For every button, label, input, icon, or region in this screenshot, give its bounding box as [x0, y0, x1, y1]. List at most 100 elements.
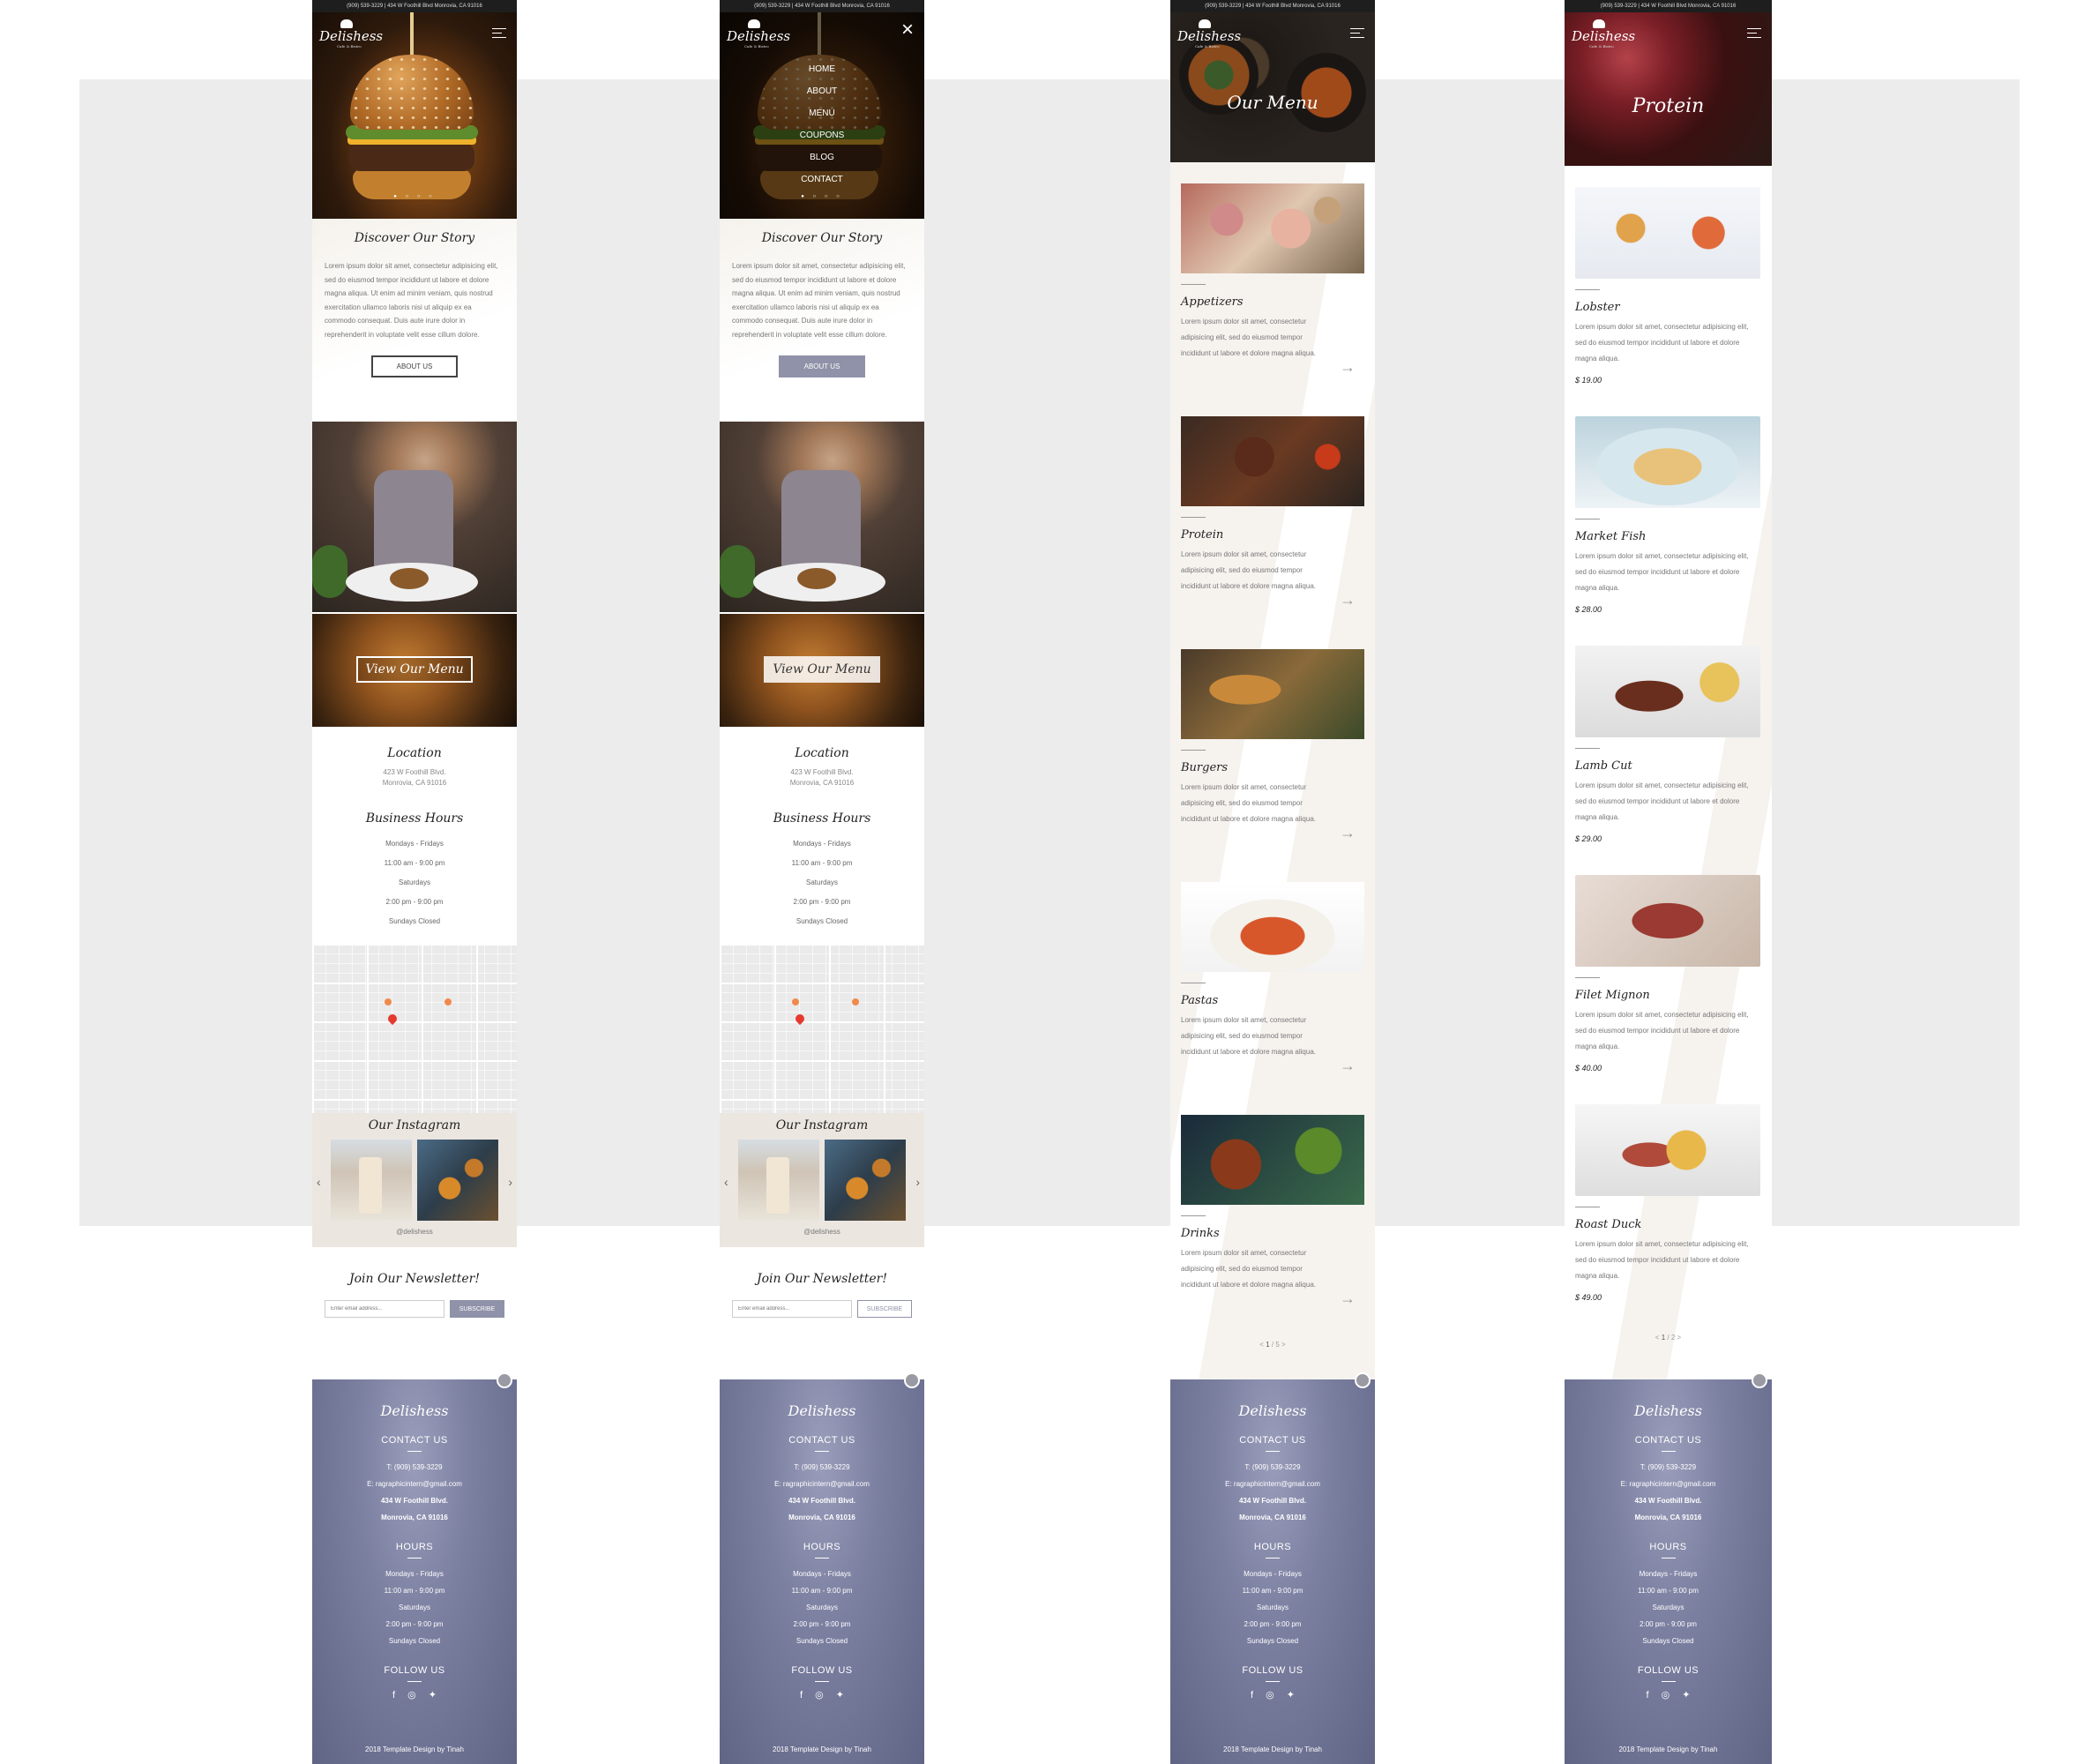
arrow-right-icon[interactable]: → — [1340, 358, 1356, 377]
dish-card[interactable]: Lobster Lorem ipsum dolor sit amet, cons… — [1575, 187, 1761, 416]
filet-mignon-photo[interactable] — [1575, 875, 1760, 967]
footer-phone[interactable]: T: (909) 539-3229 — [1170, 1459, 1375, 1476]
instagram-photo[interactable] — [738, 1140, 819, 1221]
twitter-icon[interactable]: ✦ — [429, 1690, 449, 1700]
instagram-icon[interactable]: ◎ — [407, 1690, 429, 1700]
pastas-photo[interactable] — [1181, 882, 1364, 972]
twitter-icon[interactable]: ✦ — [1682, 1690, 1702, 1700]
instagram-photo[interactable] — [331, 1140, 412, 1221]
category-name[interactable]: Protein — [1181, 528, 1364, 542]
lobster-photo[interactable] — [1575, 187, 1760, 279]
footer-phone[interactable]: T: (909) 539-3229 — [312, 1459, 517, 1476]
dish-name[interactable]: Lobster — [1575, 301, 1761, 314]
footer-phone[interactable]: T: (909) 539-3229 — [1565, 1459, 1772, 1476]
back-to-top-button[interactable] — [1355, 1372, 1371, 1388]
hamburger-menu-icon[interactable] — [1747, 28, 1761, 41]
location-map[interactable] — [312, 944, 517, 1113]
facebook-icon[interactable]: f — [800, 1690, 815, 1700]
menu-category-card[interactable]: Pastas Lorem ipsum dolor sit amet, conse… — [1181, 882, 1364, 1115]
menu-category-card[interactable]: Protein Lorem ipsum dolor sit amet, cons… — [1181, 416, 1364, 649]
dish-name[interactable]: Market Fish — [1575, 530, 1761, 543]
instagram-icon[interactable]: ◎ — [815, 1690, 836, 1700]
instagram-icon[interactable]: ◎ — [1266, 1690, 1287, 1700]
category-name[interactable]: Drinks — [1181, 1227, 1364, 1240]
footer-logo[interactable]: Delishess — [312, 1379, 517, 1419]
pager-total[interactable]: 2 — [1671, 1334, 1675, 1342]
email-input[interactable] — [732, 1300, 852, 1318]
footer-logo[interactable]: Delishess — [1565, 1379, 1772, 1419]
lamb-cut-photo[interactable] — [1575, 646, 1760, 737]
category-name[interactable]: Appetizers — [1181, 295, 1364, 309]
facebook-icon[interactable]: f — [1251, 1690, 1266, 1700]
roast-duck-photo[interactable] — [1575, 1104, 1760, 1196]
back-to-top-button[interactable] — [1752, 1372, 1767, 1388]
menu-category-card[interactable]: Appetizers Lorem ipsum dolor sit amet, c… — [1181, 183, 1364, 416]
nav-menu[interactable]: MENU — [720, 102, 924, 124]
carousel-next-icon[interactable]: › — [915, 1175, 920, 1189]
email-input[interactable] — [325, 1300, 444, 1318]
instagram-handle[interactable]: @delishess — [312, 1228, 517, 1236]
pager-next[interactable]: > — [1677, 1334, 1682, 1342]
slider-dots[interactable]: ● ○ ○ ○ — [720, 194, 924, 199]
nav-coupons[interactable]: COUPONS — [720, 124, 924, 146]
map-pin-icon[interactable] — [793, 1012, 807, 1026]
carousel-prev-icon[interactable]: ‹ — [724, 1175, 728, 1189]
twitter-icon[interactable]: ✦ — [1287, 1690, 1307, 1700]
slider-dots[interactable]: ● ○ ○ ○ — [312, 194, 517, 199]
brand-logo[interactable]: Delishess Cafe & Bistro — [1177, 19, 1241, 49]
arrow-right-icon[interactable]: → — [1340, 1289, 1356, 1308]
category-name[interactable]: Pastas — [1181, 994, 1364, 1007]
view-menu-button[interactable]: View Our Menu — [356, 656, 473, 683]
hamburger-menu-icon[interactable] — [492, 28, 506, 41]
footer-email[interactable]: E: ragraphicintern@gmail.com — [720, 1476, 924, 1492]
footer-email[interactable]: E: ragraphicintern@gmail.com — [1170, 1476, 1375, 1492]
arrow-right-icon[interactable]: → — [1340, 1057, 1356, 1075]
instagram-handle[interactable]: @delishess — [720, 1228, 924, 1236]
nav-blog[interactable]: BLOG — [720, 146, 924, 168]
back-to-top-button[interactable] — [497, 1372, 512, 1388]
market-fish-photo[interactable] — [1575, 416, 1760, 508]
burgers-photo[interactable] — [1181, 649, 1364, 739]
footer-phone[interactable]: T: (909) 539-3229 — [720, 1459, 924, 1476]
instagram-icon[interactable]: ◎ — [1662, 1690, 1683, 1700]
nav-home[interactable]: HOME — [720, 58, 924, 80]
footer-logo[interactable]: Delishess — [1170, 1379, 1375, 1419]
hero-slider[interactable]: Delishess Cafe & Bistro × HOME ABOUT MENU… — [720, 0, 924, 219]
arrow-right-icon[interactable]: → — [1340, 591, 1356, 609]
arrow-right-icon[interactable]: → — [1340, 824, 1356, 842]
brand-logo[interactable]: Delishess Cafe & Bistro — [1572, 19, 1635, 49]
view-menu-button-hover[interactable]: View Our Menu — [764, 656, 880, 683]
twitter-icon[interactable]: ✦ — [836, 1690, 856, 1700]
footer-email[interactable]: E: ragraphicintern@gmail.com — [1565, 1476, 1772, 1492]
drinks-photo[interactable] — [1181, 1115, 1364, 1205]
hamburger-menu-icon[interactable] — [1350, 28, 1364, 41]
brand-logo[interactable]: Delishess Cafe & Bistro — [319, 19, 383, 49]
dish-card[interactable]: Filet Mignon Lorem ipsum dolor sit amet,… — [1575, 875, 1761, 1104]
facebook-icon[interactable]: f — [392, 1690, 407, 1700]
dish-card[interactable]: Lamb Cut Lorem ipsum dolor sit amet, con… — [1575, 646, 1761, 875]
protein-photo[interactable] — [1181, 416, 1364, 506]
dish-name[interactable]: Lamb Cut — [1575, 759, 1761, 773]
dish-card[interactable]: Market Fish Lorem ipsum dolor sit amet, … — [1575, 416, 1761, 646]
subscribe-button-hover[interactable]: SUBSCRIBE — [857, 1300, 912, 1318]
dish-name[interactable]: Filet Mignon — [1575, 989, 1761, 1002]
dish-name[interactable]: Roast Duck — [1575, 1218, 1761, 1231]
brand-logo[interactable]: Delishess Cafe & Bistro — [727, 19, 790, 49]
back-to-top-button[interactable] — [904, 1372, 920, 1388]
map-pin-icon[interactable] — [385, 1012, 400, 1026]
carousel-next-icon[interactable]: › — [508, 1175, 512, 1189]
location-map[interactable] — [720, 944, 924, 1113]
close-menu-icon[interactable]: × — [901, 19, 914, 41]
hero-slider[interactable]: Delishess Cafe & Bistro ● ○ ○ ○ — [312, 0, 517, 219]
dish-card[interactable]: Roast Duck Lorem ipsum dolor sit amet, c… — [1575, 1104, 1761, 1334]
nav-about[interactable]: ABOUT — [720, 80, 924, 102]
menu-category-card[interactable]: Drinks Lorem ipsum dolor sit amet, conse… — [1181, 1115, 1364, 1348]
footer-logo[interactable]: Delishess — [720, 1379, 924, 1419]
category-name[interactable]: Burgers — [1181, 761, 1364, 774]
appetizers-photo[interactable] — [1181, 183, 1364, 273]
nav-contact[interactable]: CONTACT — [720, 168, 924, 191]
instagram-photo[interactable] — [825, 1140, 906, 1221]
facebook-icon[interactable]: f — [1647, 1690, 1662, 1700]
menu-category-card[interactable]: Burgers Lorem ipsum dolor sit amet, cons… — [1181, 649, 1364, 882]
carousel-prev-icon[interactable]: ‹ — [317, 1175, 321, 1189]
